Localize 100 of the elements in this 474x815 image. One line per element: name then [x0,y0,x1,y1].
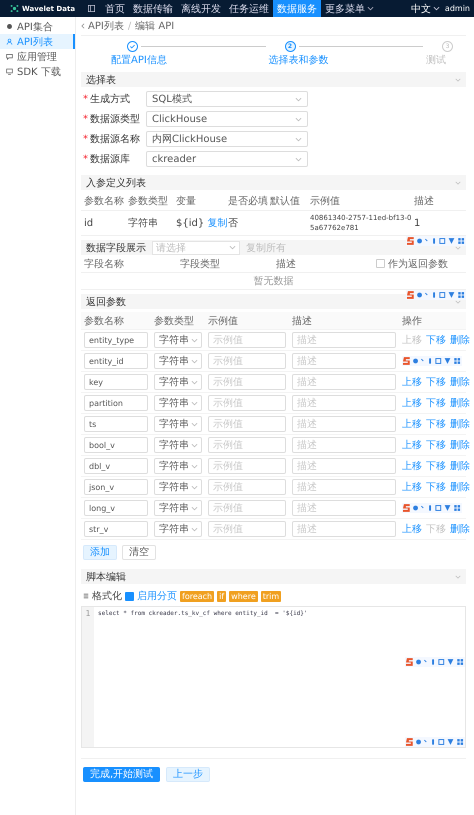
input-field[interactable]: bool_v [84,437,148,453]
nav-menu-item[interactable]: 任务运维 [225,0,273,17]
caret-down-icon [295,136,302,142]
collapse-menu-icon[interactable] [88,5,95,12]
column-header: 参数类型 [154,314,195,328]
row-action-link[interactable]: 下移 [426,438,446,452]
input-field[interactable]: partition [84,395,148,411]
row-action-link[interactable]: 上移 [402,396,422,410]
row-action-link[interactable]: 上移 [402,417,422,431]
empty-text: 暂无数据 [254,274,294,288]
person-icon [6,38,13,45]
input-field[interactable]: dbl_v [84,458,148,474]
select-field[interactable]: 字符串 [154,332,202,348]
input-field[interactable]: long_v [84,500,148,516]
format-icon[interactable] [83,593,89,599]
section-title: 返回参数 [86,296,126,308]
snippet-button[interactable]: trim [260,590,282,602]
copy-link[interactable]: 复制 [207,218,228,229]
row-action-link[interactable]: 上移 [402,375,422,389]
row-action-link[interactable]: 下移 [426,333,446,347]
select-field[interactable]: 字符串 [154,500,202,516]
checkbox[interactable] [125,592,134,600]
select-field[interactable]: 字符串 [154,521,202,537]
nav-menu-item[interactable]: 首页 [101,0,129,17]
input-field[interactable]: ts [84,416,148,432]
row-action-link[interactable]: 删除 [450,396,470,410]
row-action-link[interactable]: 删除 [450,333,470,347]
select-field[interactable]: 字符串 [154,395,202,411]
row-action-link[interactable]: 下移 [426,417,446,431]
clear-button[interactable]: 清空 [122,545,156,560]
checkbox[interactable] [376,259,385,268]
caret-down-icon [295,96,302,102]
add-button[interactable]: 添加 [83,545,117,560]
row-action-link[interactable]: 下移 [426,396,446,410]
row-action-link[interactable]: 删除 [450,459,470,473]
row-action-link[interactable]: 上移 [402,480,422,494]
select-field[interactable]: 字符串 [154,353,202,369]
column-header: 字段类型 [180,258,221,270]
nav-menu-item[interactable]: 更多菜单 [321,0,378,17]
row-action-link[interactable]: 删除 [450,522,470,536]
input-field[interactable]: entity_id [84,353,148,369]
caret-down-icon [191,400,198,406]
row-action-link[interactable]: 删除 [450,375,470,389]
column-header: 描述 [292,314,313,328]
input-field[interactable]: json_v [84,479,148,495]
sidebar-item[interactable]: SDK 下载 [0,64,75,79]
ime-toolbar-icon[interactable] [402,356,462,366]
snippet-button[interactable]: where [229,590,258,602]
row-action-link[interactable]: 上移 [402,438,422,452]
select-field[interactable]: 字符串 [154,374,202,390]
ime-toolbar-icon[interactable] [406,236,466,246]
select-field[interactable]: 内网ClickHouse [146,131,308,147]
select-field[interactable]: 请选择 [152,240,240,254]
row-action-link[interactable]: 删除 [450,438,470,452]
select-field[interactable]: SQL模式 [146,91,308,107]
row-action-link[interactable]: 上移 [402,459,422,473]
sidebar-item[interactable]: API列表 [0,34,75,49]
language-selector[interactable]: 中文 [410,2,440,16]
form-label: 生成方式 [90,92,131,106]
input-field[interactable]: key [84,374,148,390]
snippet-button[interactable]: if [217,590,226,602]
finish-test-button[interactable]: 完成,开始测试 [83,767,160,782]
column-header: 参数类型 [128,194,169,208]
nav-menu-item[interactable]: 数据传输 [129,0,177,17]
select-field[interactable]: ClickHouse [146,111,308,127]
ime-toolbar-icon[interactable] [405,737,465,747]
input-field[interactable]: entity_type [84,332,148,348]
format-label[interactable]: 格式化 [92,589,122,603]
select-field[interactable]: 字符串 [154,458,202,474]
select-field[interactable]: ckreader [146,151,308,167]
select-field[interactable]: 字符串 [154,416,202,432]
previous-step-button[interactable]: 上一步 [166,767,210,782]
column-header: 示例值 [310,195,341,208]
snippet-button[interactable]: foreach [180,590,214,602]
column-header: 变量 [176,194,197,208]
row-action-link[interactable]: 上移 [402,522,422,536]
row-action-link[interactable]: 删除 [450,417,470,431]
section-title: 脚本编辑 [86,570,126,584]
copy-all-link[interactable]: 复制所有 [246,240,286,254]
user-name[interactable]: admin [444,4,470,13]
sidebar-item[interactable]: API集合 [0,19,75,34]
nav-menu-item[interactable]: 数据服务 [273,0,321,17]
row-action-link[interactable]: 下移 [426,480,446,494]
ime-toolbar-icon[interactable] [402,503,462,513]
sidebar-item[interactable]: 应用管理 [0,49,75,64]
row-action-link[interactable]: 删除 [450,480,470,494]
table-cell-text: 否 [228,217,239,230]
logo-icon [10,4,19,13]
ime-toolbar-icon[interactable] [405,657,465,667]
nav-menu-item[interactable]: 离线开发 [177,0,225,17]
select-field[interactable]: 字符串 [154,479,202,495]
row-action-link[interactable]: 下移 [426,459,446,473]
select-field[interactable]: 字符串 [154,437,202,453]
column-header: 是否必填 [228,194,269,208]
breadcrumb-link[interactable]: API列表 [81,19,124,33]
caret-down-icon [191,464,198,468]
row-action-link[interactable]: 下移 [426,375,446,389]
caret-down-icon [191,358,198,364]
ime-toolbar-icon[interactable] [406,290,466,300]
input-field[interactable]: str_v [84,521,148,537]
